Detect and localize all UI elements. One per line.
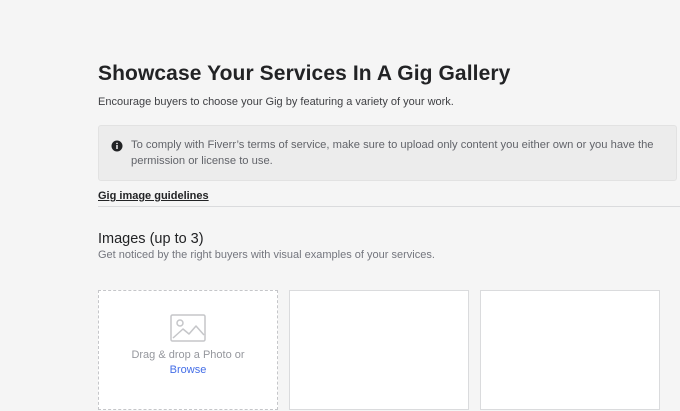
page-subtitle: Encourage buyers to choose your Gig by f… xyxy=(98,96,454,108)
info-icon xyxy=(111,140,123,152)
notice-text: To comply with Fiverr’s terms of service… xyxy=(131,139,654,167)
gig-image-guidelines-link[interactable]: Gig image guidelines xyxy=(98,190,209,202)
drag-drop-text: Drag & drop a Photo or xyxy=(131,349,245,361)
divider xyxy=(98,206,680,207)
image-slot-2[interactable] xyxy=(289,290,469,410)
image-slot-3[interactable] xyxy=(480,290,660,410)
terms-notice: To comply with Fiverr’s terms of service… xyxy=(98,125,677,181)
images-subheading: Get noticed by the right buyers with vis… xyxy=(98,249,435,261)
page-title: Showcase Your Services In A Gig Gallery xyxy=(98,62,511,85)
photo-placeholder-icon xyxy=(170,314,206,342)
browse-link[interactable]: Browse xyxy=(99,364,277,376)
image-upload-dropzone[interactable]: Drag & drop a Photo or Browse xyxy=(98,290,278,410)
gig-gallery-section: Showcase Your Services In A Gig Gallery … xyxy=(98,0,680,411)
images-heading: Images (up to 3) xyxy=(98,231,204,247)
